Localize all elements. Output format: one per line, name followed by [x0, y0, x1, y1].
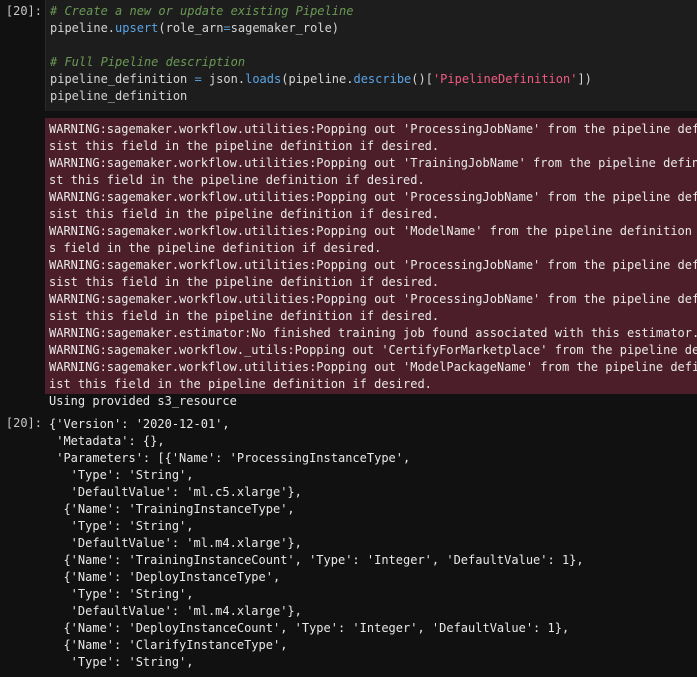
- result-line: 'DefaultValue': 'ml.m4.xlarge'},: [49, 536, 302, 550]
- warning-line: sist this field in the pipeline definiti…: [49, 139, 440, 153]
- warning-line: sist this field in the pipeline definiti…: [49, 309, 440, 323]
- code-line-2: pipeline.upsert(role_arn=sagemaker_role): [50, 21, 340, 35]
- code-editor[interactable]: # Create a new or update existing Pipeli…: [45, 0, 697, 111]
- warning-line: ist this field in the pipeline definitio…: [49, 377, 432, 391]
- warning-line: WARNING:sagemaker.workflow.utilities:Pop…: [49, 360, 697, 374]
- result-line: 'Parameters': [{'Name': 'ProcessingInsta…: [49, 451, 411, 465]
- warning-line: WARNING:sagemaker.workflow.utilities:Pop…: [49, 156, 697, 170]
- code-line-5: pipeline_definition = json.loads(pipelin…: [50, 72, 592, 86]
- stderr-output: WARNING:sagemaker.workflow.utilities:Pop…: [45, 118, 697, 394]
- warning-line: WARNING:sagemaker.workflow.utilities:Pop…: [49, 224, 697, 238]
- warning-line: s field in the pipeline definition if de…: [49, 241, 382, 255]
- warning-line: WARNING:sagemaker.estimator:No finished …: [49, 326, 697, 340]
- code-line-4: # Full Pipeline description: [50, 55, 246, 69]
- result-line: {'Name': 'DeployInstanceType',: [49, 570, 281, 584]
- warning-line: st this field in the pipeline definition…: [49, 173, 425, 187]
- warning-line: WARNING:sagemaker.workflow.utilities:Pop…: [49, 258, 697, 272]
- input-prompt: [20]:: [5, 4, 42, 18]
- code-line-1: # Create a new or update existing Pipeli…: [50, 4, 354, 18]
- result-line: 'Metadata': {},: [49, 434, 165, 448]
- warning-line: WARNING:sagemaker.workflow.utilities:Pop…: [49, 122, 697, 136]
- code-line-6: pipeline_definition: [50, 89, 188, 103]
- output-prompt: [20]:: [5, 416, 42, 430]
- result-line: 'Type': 'String',: [49, 655, 194, 669]
- warning-line: sist this field in the pipeline definiti…: [49, 207, 440, 221]
- result-line: {'Name': 'TrainingInstanceType',: [49, 502, 295, 516]
- result-line: 'Type': 'String',: [49, 468, 194, 482]
- warning-line: WARNING:sagemaker.workflow.utilities:Pop…: [49, 292, 697, 306]
- result-line: {'Version': '2020-12-01',: [49, 417, 230, 431]
- result-line: {'Name': 'ClarifyInstanceType',: [49, 638, 288, 652]
- warning-line: WARNING:sagemaker.workflow._utils:Poppin…: [49, 343, 697, 357]
- result-line: 'Type': 'String',: [49, 587, 194, 601]
- stdout-output: Using provided s3_resource: [49, 394, 237, 408]
- result-line: 'DefaultValue': 'ml.m4.xlarge'},: [49, 604, 302, 618]
- result-line: {'Name': 'TrainingInstanceCount', 'Type'…: [49, 553, 584, 567]
- warning-line: WARNING:sagemaker.workflow.utilities:Pop…: [49, 190, 697, 204]
- result-line: 'DefaultValue': 'ml.c5.xlarge'},: [49, 485, 302, 499]
- result-line: {'Name': 'DeployInstanceCount', 'Type': …: [49, 621, 570, 635]
- result-line: 'Type': 'String',: [49, 519, 194, 533]
- warning-line: sist this field in the pipeline definiti…: [49, 275, 440, 289]
